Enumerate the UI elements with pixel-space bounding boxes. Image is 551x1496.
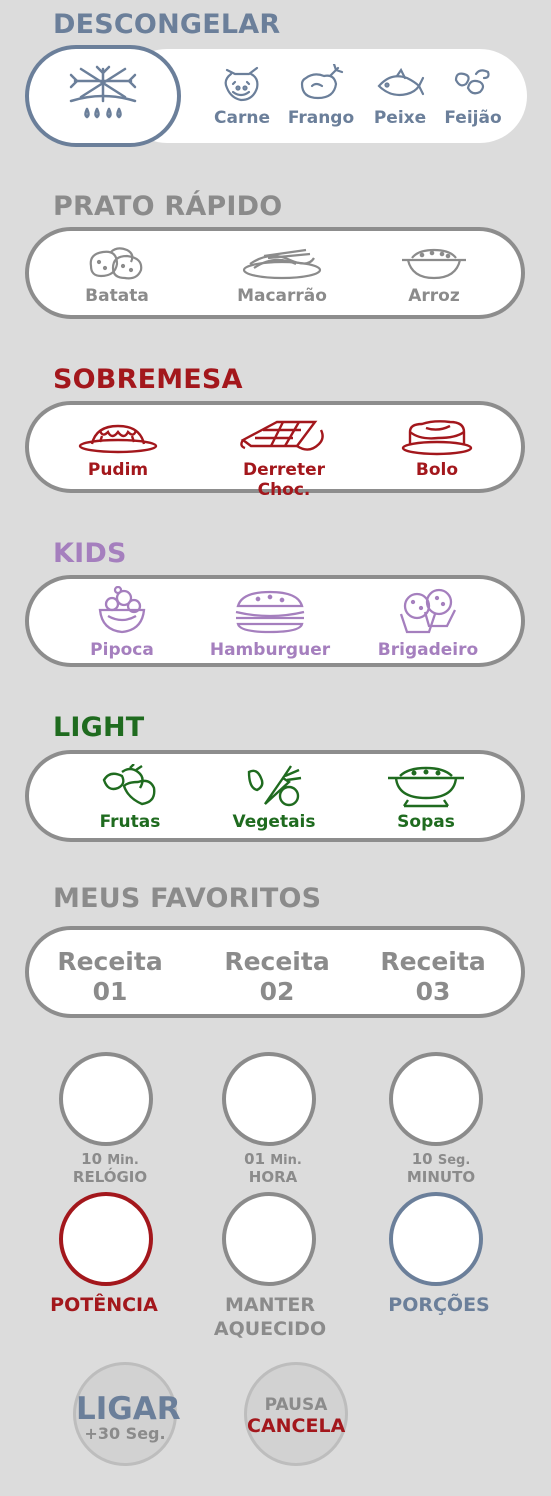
- relogio-button[interactable]: [59, 1052, 153, 1146]
- kids-pipoca[interactable]: Pipoca: [52, 586, 192, 660]
- manter-label: MANTER: [224, 1294, 316, 1316]
- light-sopas[interactable]: Sopas: [356, 766, 496, 832]
- hora-caption: 01 Min. HORA: [193, 1151, 353, 1186]
- quick-macarrao-label: Macarrão: [237, 286, 327, 306]
- pausa-label: PAUSA: [264, 1395, 328, 1415]
- hora-unit: Min.: [270, 1153, 302, 1168]
- kids-hamburguer-label: Hamburguer: [209, 640, 331, 660]
- hora-button[interactable]: [222, 1052, 316, 1146]
- minuto-button[interactable]: [389, 1052, 483, 1146]
- kids-title: KIDS: [53, 538, 127, 569]
- porcoes-label: PORÇÕES: [388, 1294, 490, 1316]
- manter-aquecido-button[interactable]: [222, 1192, 316, 1286]
- dessert-pudim-label: Pudim: [87, 460, 149, 480]
- descongelar-title: DESCONGELAR: [53, 9, 281, 40]
- pausa-cancela-button[interactable]: PAUSA CANCELA: [244, 1362, 348, 1466]
- relogio-label: RELÓGIO: [72, 1168, 148, 1186]
- receita-03-number: 03: [415, 977, 451, 1006]
- soup-pot-icon: [388, 766, 464, 808]
- light-sopas-label: Sopas: [397, 812, 455, 832]
- vegetables-icon: [247, 765, 302, 807]
- quick-arroz-label: Arroz: [408, 286, 460, 306]
- relogio-amount: 10: [81, 1150, 103, 1168]
- kids-brigadeiro[interactable]: Brigadeiro: [358, 588, 498, 660]
- receita-02-number: 02: [259, 977, 295, 1006]
- hamburger-icon: [235, 590, 305, 634]
- brigadeiro-icon: [399, 588, 457, 634]
- cake-icon: [401, 420, 473, 456]
- chocolate-icon: [240, 420, 324, 451]
- sobremesa-title: SOBREMESA: [53, 364, 243, 395]
- potencia-button[interactable]: [59, 1192, 153, 1286]
- descongelar-button[interactable]: [25, 45, 181, 147]
- minuto-caption: 10 Seg. MINUTO: [361, 1151, 521, 1186]
- minuto-amount: 10: [411, 1150, 433, 1168]
- hora-amount: 01: [244, 1150, 266, 1168]
- kids-brigadeiro-label: Brigadeiro: [377, 640, 479, 660]
- manter-aquecido-label: MANTER AQUECIDO: [180, 1293, 360, 1341]
- prato-rapido-title: PRATO RÁPIDO: [53, 191, 283, 222]
- light-frutas[interactable]: Frutas: [60, 764, 200, 832]
- pudding-icon: [78, 424, 158, 454]
- dessert-bolo-label: Bolo: [415, 460, 459, 480]
- minuto-unit: Seg.: [437, 1153, 471, 1168]
- beans-icon: [454, 69, 490, 95]
- quick-batata[interactable]: Batata: [47, 244, 187, 306]
- ligar-label: LIGAR: [76, 1391, 181, 1427]
- dessert-chocolate[interactable]: Derreter Choc.: [214, 416, 354, 500]
- light-vegetais[interactable]: Vegetais: [204, 764, 344, 832]
- aquecido-label: AQUECIDO: [213, 1318, 327, 1340]
- minuto-label: MINUTO: [406, 1168, 476, 1186]
- kids-hamburguer[interactable]: Hamburguer: [200, 588, 340, 660]
- receita-01-button[interactable]: Receita 01: [40, 947, 180, 1007]
- receita-02-button[interactable]: Receita 02: [207, 947, 347, 1007]
- dessert-chocolate-label: Derreter Choc.: [243, 460, 325, 500]
- relogio-caption: 10 Min. RELÓGIO: [30, 1151, 190, 1186]
- pasta-icon: [242, 248, 322, 280]
- ligar-button[interactable]: LIGAR +30 Seg.: [73, 1362, 181, 1466]
- receita-01-label: Receita: [57, 947, 163, 976]
- receita-02-label: Receita: [224, 947, 330, 976]
- quick-batata-label: Batata: [85, 286, 149, 306]
- rice-bowl-icon: [402, 248, 466, 280]
- receita-03-label: Receita: [380, 947, 486, 976]
- dessert-bolo[interactable]: Bolo: [367, 416, 507, 480]
- defrost-feijao[interactable]: Feijão: [403, 64, 543, 128]
- potato-icon: [89, 247, 143, 280]
- potencia-label: POTÊNCIA: [50, 1294, 158, 1316]
- snowflake-thaw-icon: [69, 65, 137, 119]
- relogio-unit: Min.: [107, 1153, 139, 1168]
- dessert-pudim[interactable]: Pudim: [48, 416, 188, 480]
- quick-arroz[interactable]: Arroz: [364, 244, 504, 306]
- kids-pipoca-label: Pipoca: [90, 640, 154, 660]
- popcorn-icon: [98, 586, 146, 634]
- quick-macarrao[interactable]: Macarrão: [212, 244, 352, 306]
- favoritos-title: MEUS FAVORITOS: [53, 883, 322, 914]
- ligar-plus30-label: +30 Seg.: [84, 1424, 166, 1443]
- cancela-label: CANCELA: [247, 1415, 346, 1437]
- porcoes-button[interactable]: [389, 1192, 483, 1286]
- light-vegetais-label: Vegetais: [232, 812, 316, 832]
- light-frutas-label: Frutas: [99, 812, 161, 832]
- fruits-icon: [102, 764, 156, 806]
- light-title: LIGHT: [53, 712, 145, 743]
- hora-label: HORA: [248, 1168, 298, 1186]
- defrost-feijao-label: Feijão: [444, 108, 502, 128]
- receita-01-number: 01: [92, 977, 128, 1006]
- receita-03-button[interactable]: Receita 03: [363, 947, 503, 1007]
